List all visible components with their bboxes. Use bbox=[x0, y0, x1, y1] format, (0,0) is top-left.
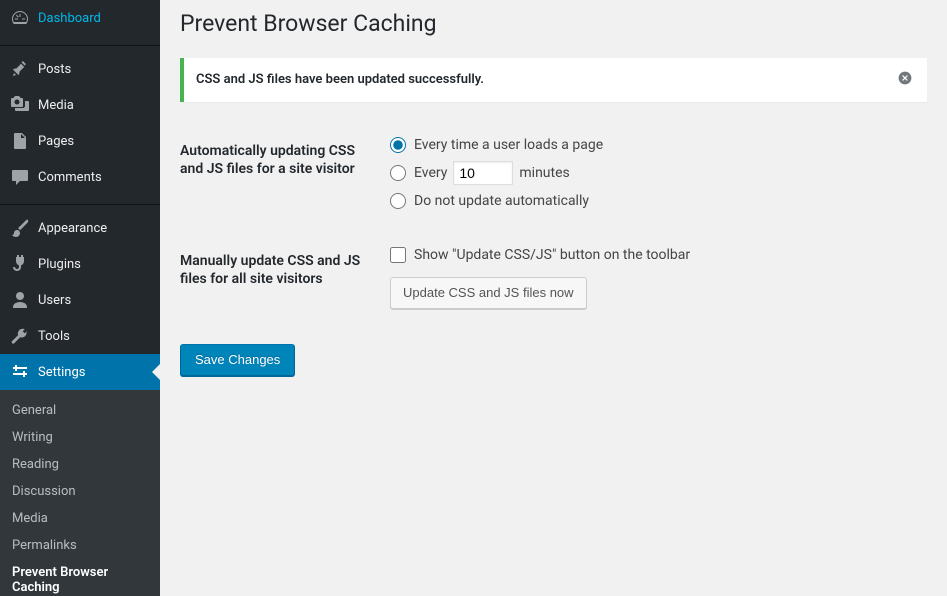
checkbox-show-toolbar[interactable]: Show "Update CSS/JS" button on the toolb… bbox=[390, 247, 917, 263]
pin-icon bbox=[10, 59, 30, 79]
section-manual-update-label: Manually update CSS and JS files for all… bbox=[180, 232, 380, 324]
submenu-item-reading[interactable]: Reading bbox=[0, 451, 160, 478]
radio-label-suffix: minutes bbox=[519, 165, 569, 181]
plug-icon bbox=[10, 254, 30, 274]
menu-label: Tools bbox=[38, 329, 70, 344]
page-title: Prevent Browser Caching bbox=[180, 0, 927, 43]
submenu-item-prevent-browser-caching[interactable]: Prevent Browser Caching bbox=[0, 559, 160, 596]
radio-every-minutes-input[interactable] bbox=[390, 165, 406, 181]
sidebar-item-posts[interactable]: Posts bbox=[0, 51, 160, 87]
menu-label: Users bbox=[38, 293, 71, 308]
menu-separator bbox=[0, 41, 160, 46]
menu-label: Pages bbox=[38, 134, 74, 149]
dismiss-notice-button[interactable] bbox=[895, 70, 915, 90]
menu-label: Plugins bbox=[38, 257, 81, 272]
submenu-item-discussion[interactable]: Discussion bbox=[0, 478, 160, 505]
sidebar-item-tools[interactable]: Tools bbox=[0, 318, 160, 354]
menu-label: Appearance bbox=[38, 221, 107, 236]
menu-label: Dashboard bbox=[38, 11, 101, 26]
menu-separator bbox=[0, 200, 160, 205]
radio-label-prefix: Every bbox=[414, 165, 447, 181]
user-icon bbox=[10, 290, 30, 310]
admin-sidebar: Dashboard Posts Media Pages Comments App… bbox=[0, 0, 160, 596]
success-notice: CSS and JS files have been updated succe… bbox=[180, 58, 927, 102]
checkbox-label: Show "Update CSS/JS" button on the toolb… bbox=[414, 247, 690, 263]
sidebar-item-settings[interactable]: Settings bbox=[0, 354, 160, 390]
save-changes-button[interactable]: Save Changes bbox=[180, 344, 295, 376]
main-content: Prevent Browser Caching CSS and JS files… bbox=[160, 0, 947, 596]
radio-every-minutes[interactable]: Every minutes bbox=[390, 161, 917, 185]
brush-icon bbox=[10, 218, 30, 238]
submenu-item-media[interactable]: Media bbox=[0, 505, 160, 532]
section-auto-update-label: Automatically updating CSS and JS files … bbox=[180, 122, 380, 232]
minutes-input[interactable] bbox=[453, 161, 513, 185]
sidebar-item-pages[interactable]: Pages bbox=[0, 123, 160, 159]
menu-label: Settings bbox=[38, 365, 85, 380]
menu-label: Media bbox=[38, 98, 74, 113]
update-now-button[interactable]: Update CSS and JS files now bbox=[390, 277, 587, 309]
radio-do-not-update-input[interactable] bbox=[390, 193, 406, 209]
sliders-icon bbox=[10, 362, 30, 382]
checkbox-show-toolbar-input[interactable] bbox=[390, 247, 406, 263]
radio-label: Every time a user loads a page bbox=[414, 137, 603, 153]
sidebar-item-comments[interactable]: Comments bbox=[0, 159, 160, 195]
wrench-icon bbox=[10, 326, 30, 346]
sidebar-item-appearance[interactable]: Appearance bbox=[0, 210, 160, 246]
dashboard-icon bbox=[10, 8, 30, 28]
radio-every-load[interactable]: Every time a user loads a page bbox=[390, 137, 917, 153]
settings-submenu: General Writing Reading Discussion Media… bbox=[0, 390, 160, 596]
notice-text: CSS and JS files have been updated succe… bbox=[196, 72, 484, 87]
sidebar-item-media[interactable]: Media bbox=[0, 87, 160, 123]
submenu-item-writing[interactable]: Writing bbox=[0, 424, 160, 451]
sidebar-item-users[interactable]: Users bbox=[0, 282, 160, 318]
media-icon bbox=[10, 95, 30, 115]
sidebar-item-plugins[interactable]: Plugins bbox=[0, 246, 160, 282]
radio-every-load-input[interactable] bbox=[390, 137, 406, 153]
menu-label: Comments bbox=[38, 170, 102, 185]
sidebar-item-dashboard[interactable]: Dashboard bbox=[0, 0, 160, 36]
page-icon bbox=[10, 131, 30, 151]
close-icon bbox=[897, 70, 913, 90]
submenu-item-permalinks[interactable]: Permalinks bbox=[0, 532, 160, 559]
radio-do-not-update[interactable]: Do not update automatically bbox=[390, 193, 917, 209]
submenu-item-general[interactable]: General bbox=[0, 397, 160, 424]
comment-icon bbox=[10, 167, 30, 187]
radio-label: Do not update automatically bbox=[414, 193, 589, 209]
menu-label: Posts bbox=[38, 62, 71, 77]
